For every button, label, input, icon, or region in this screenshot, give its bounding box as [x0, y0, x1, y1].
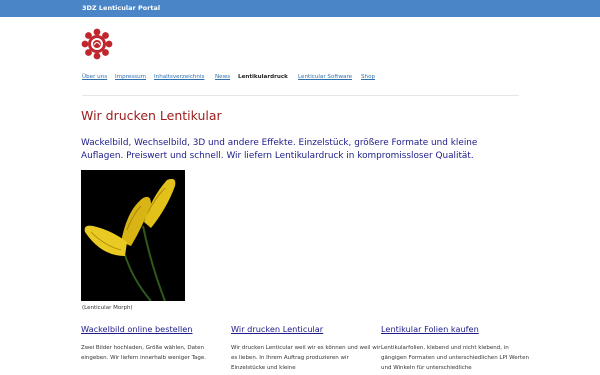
page-title: Wir drucken Lentikular [81, 108, 222, 123]
feature-heading-link[interactable]: Wackelbild online bestellen [81, 324, 231, 334]
nav-item-lentikulardruck[interactable]: Lentikulardruck [238, 74, 288, 80]
site-brand[interactable]: 3DZ Lenticular Portal [82, 4, 160, 12]
calla-lily-image [81, 170, 185, 302]
intro-text: Wackelbild, Wechselbild, 3D und andere E… [81, 138, 478, 161]
feature-heading-link[interactable]: Wir drucken Lenticular [231, 324, 381, 334]
feature-text: Wir drucken Lenticular weil wir es könne… [231, 345, 381, 371]
feature-column: Lentikular Folien kaufen Lentikularfolie… [381, 324, 531, 373]
feature-text: Lentikularfolien, klebend und nicht kleb… [381, 345, 529, 371]
top-bar: 3DZ Lenticular Portal [0, 0, 600, 17]
nav-item-ueber-uns[interactable]: Über uns [82, 74, 107, 80]
feature-column: Wir drucken Lenticular Wir drucken Lenti… [231, 324, 381, 373]
feature-text: Zwei Bilder hochladen, Größe wählen, Dat… [81, 345, 207, 361]
nav-item-impressum[interactable]: Impressum [115, 74, 146, 80]
image-caption: (Lenticular Morph) [82, 305, 133, 311]
site-logo-icon[interactable] [81, 28, 113, 60]
nav-divider [82, 95, 519, 96]
feature-heading-link[interactable]: Lentikular Folien kaufen [381, 324, 531, 334]
nav-item-inhaltsverzeichnis[interactable]: Inhaltsverzeichnis [154, 74, 204, 80]
nav-item-news[interactable]: News [215, 74, 230, 80]
feature-column: Wackelbild online bestellen Zwei Bilder … [81, 324, 231, 363]
nav-item-lenticular-software[interactable]: Lenticular Software [298, 74, 352, 80]
nav-item-shop[interactable]: Shop [361, 74, 375, 80]
